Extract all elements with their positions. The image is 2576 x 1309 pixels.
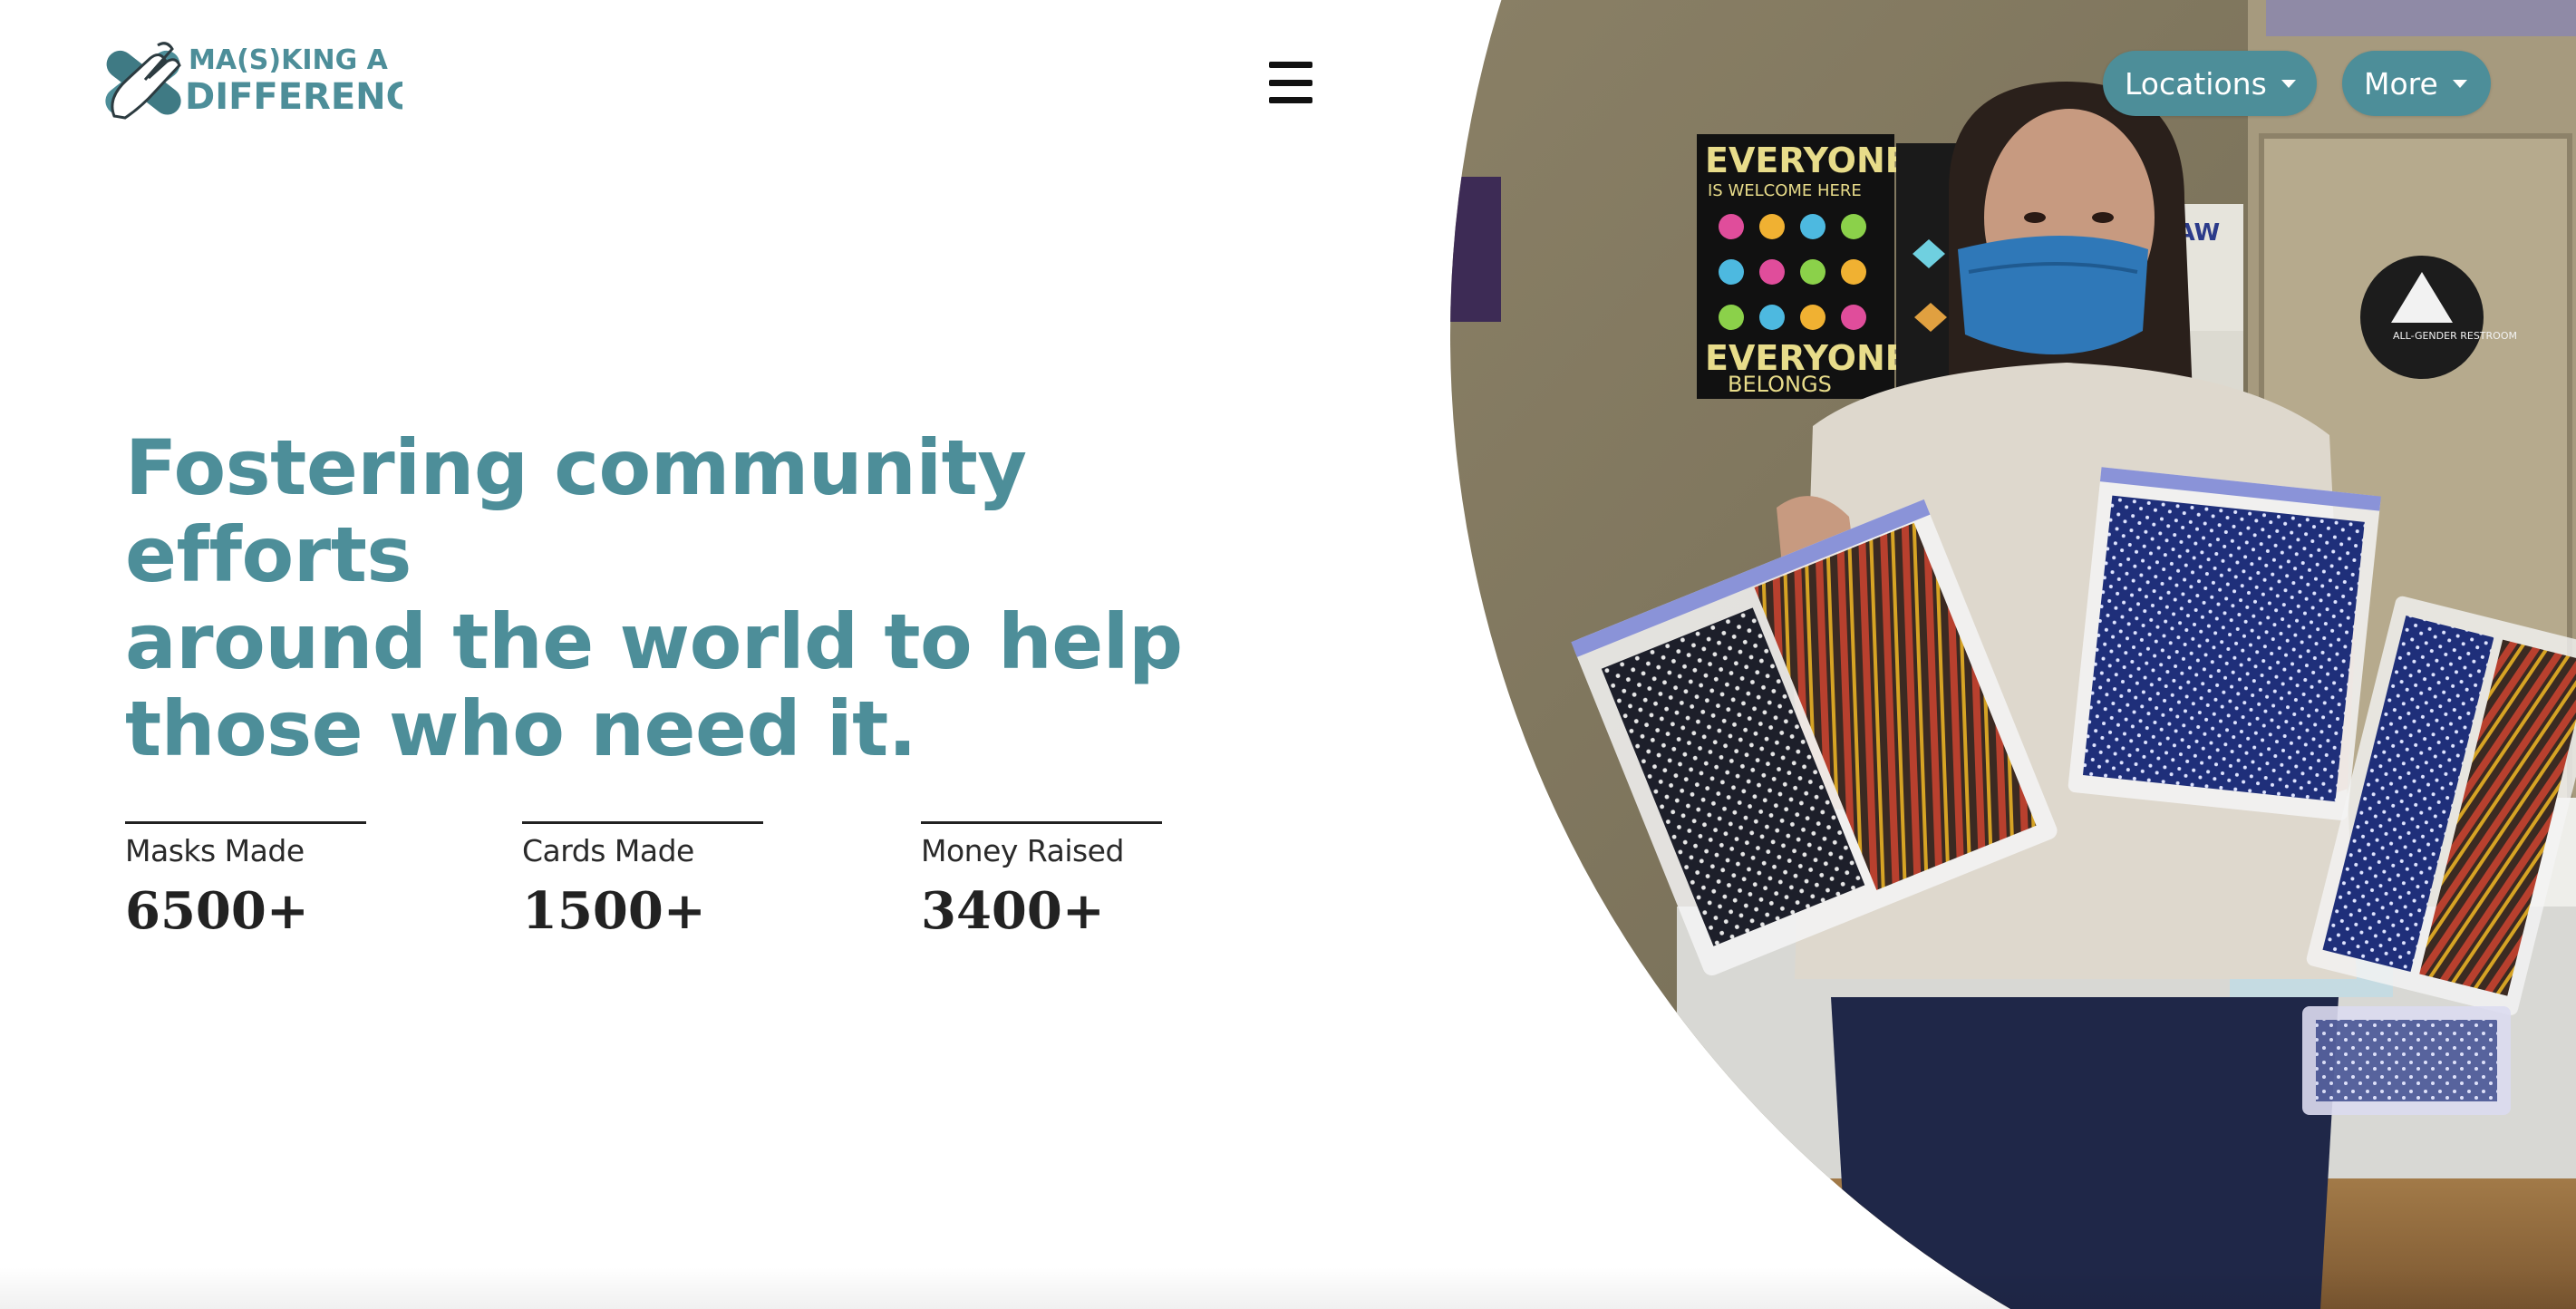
hamburger-bar <box>1269 79 1312 86</box>
page: EVERYONE IS WELCOME HERE EVERYONE BELONG… <box>0 0 2576 1309</box>
locations-label: Locations <box>2125 65 2267 102</box>
stat-money-raised: Money Raised 3400+ <box>921 821 1193 941</box>
hamburger-bar <box>1269 62 1312 68</box>
stat-label: Masks Made <box>125 833 305 868</box>
hero-photo-scene: EVERYONE IS WELCOME HERE EVERYONE BELONG… <box>1450 0 2576 1309</box>
stat-value: 3400+ <box>921 881 1105 941</box>
hamburger-bar <box>1269 97 1312 103</box>
headline-line-1: Fostering community efforts <box>125 423 1027 599</box>
stat-label: Money Raised <box>921 833 1124 868</box>
more-dropdown-button[interactable]: More <box>2342 51 2491 116</box>
stat-masks-made: Masks Made 6500+ <box>125 821 397 941</box>
logo-line2: DIFFERENCE <box>185 76 402 118</box>
poster-text-everyone: EVERYONE <box>1705 141 1909 180</box>
stat-divider <box>125 821 366 824</box>
bottom-shadow <box>0 1267 2576 1309</box>
poster-text-belongs: BELONGS <box>1728 372 1832 397</box>
stat-value: 1500+ <box>522 881 706 941</box>
site-logo[interactable]: MA(S)KING A DIFFERENCE <box>94 34 402 132</box>
stat-divider <box>921 821 1162 824</box>
logo-line1: MA(S)KING A <box>189 44 389 76</box>
locations-dropdown-button[interactable]: Locations <box>2103 51 2317 116</box>
headline-line-3: those who need it. <box>125 684 917 773</box>
caret-down-icon <box>2452 79 2467 88</box>
caret-down-icon <box>2281 79 2296 88</box>
hamburger-icon[interactable] <box>1269 62 1312 103</box>
stat-label: Cards Made <box>522 833 694 868</box>
headline-line-2: around the world to help <box>125 597 1183 686</box>
more-label: More <box>2364 65 2438 102</box>
restroom-sign-text: ALL-GENDER RESTROOM <box>2393 330 2517 342</box>
stat-cards-made: Cards Made 1500+ <box>522 821 794 941</box>
stat-value: 6500+ <box>125 881 309 941</box>
poster-text-welcome: IS WELCOME HERE <box>1708 181 1862 200</box>
stat-divider <box>522 821 763 824</box>
hero-headline: Fostering community efforts around the w… <box>125 424 1303 772</box>
crossed-hands-bandage-icon <box>105 42 181 120</box>
